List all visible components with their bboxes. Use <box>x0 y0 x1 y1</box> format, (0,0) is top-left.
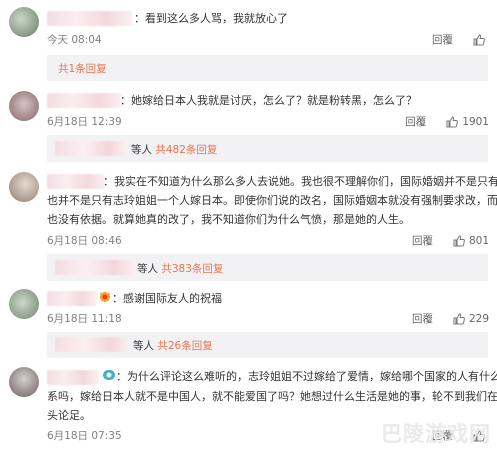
reply-button[interactable]: 回覆 <box>405 114 426 129</box>
reply-button[interactable]: 回覆 <box>412 233 433 248</box>
avatar[interactable] <box>9 7 39 37</box>
comment-text: ：她嫁给日本人我就是讨厌，怎么了？就是粉转黑，怎么了？ <box>120 94 417 107</box>
comment-actions: 回覆 <box>432 32 489 47</box>
avatar[interactable] <box>9 91 39 121</box>
blurred-username[interactable] <box>47 291 97 306</box>
view-replies-link[interactable]: 共1条回复 <box>58 61 107 76</box>
like-button[interactable]: 229 <box>453 313 489 325</box>
comment-text: ：为什么评论这么难听的，志玲姐姐不过嫁给了爱情，嫁给哪个国家的人有什么关 系吗，… <box>47 367 497 425</box>
blurred-username[interactable] <box>55 141 127 156</box>
sub-reply-box: 共1条回复 <box>47 55 488 81</box>
comment-time: 6月18日 08:46 <box>47 235 122 247</box>
thumb-up-icon <box>446 115 459 127</box>
thumb-up-icon <box>453 312 465 324</box>
avatar[interactable] <box>9 367 39 397</box>
reply-button[interactable]: 回覆 <box>412 311 433 326</box>
blurred-username[interactable] <box>55 337 129 352</box>
comment-time: 6月18日 12:39 <box>47 116 122 128</box>
comment-text: ：看到这么多人骂，我就放心了 <box>134 12 288 25</box>
comment-actions: 回覆 1901 <box>405 114 489 129</box>
sub-reply-box: 等人 共26条回复 <box>47 332 488 358</box>
comment-time: 6月18日 11:18 <box>47 313 122 325</box>
view-replies-link[interactable]: 共482条回复 <box>155 144 217 156</box>
like-count: 1901 <box>462 115 489 128</box>
blurred-username[interactable] <box>47 11 132 26</box>
view-replies-link[interactable]: 共26条回复 <box>157 340 212 352</box>
avatar[interactable] <box>9 289 39 319</box>
blurred-username[interactable] <box>55 260 135 275</box>
like-count: 229 <box>468 312 489 325</box>
comment-time: 今天 08:04 <box>47 34 102 46</box>
thumb-up-icon <box>473 33 485 45</box>
like-count: 801 <box>468 234 489 247</box>
blurred-username[interactable] <box>47 93 122 108</box>
comment-time: 6月18日 07:35 <box>47 430 122 442</box>
comment-text: ：我实在不知道为什么那么多人去说她。我也很不理解你们，国际婚姻并不是只有她， 也… <box>47 175 497 226</box>
vip-badge-icon <box>98 290 112 309</box>
avatar[interactable] <box>9 172 39 202</box>
sub-reply-box: 等人 共482条回复 <box>47 135 488 162</box>
sub-reply-prefix: 等人 共482条回复 <box>131 144 218 156</box>
sub-reply-prefix: 等人 共383条回复 <box>137 263 224 275</box>
sub-reply-prefix: 等人 共26条回复 <box>133 340 213 352</box>
like-button[interactable]: 801 <box>453 235 489 247</box>
comment-actions: 回覆 801 <box>412 233 489 248</box>
sub-reply-box: 等人 共383条回复 <box>47 254 488 281</box>
comment-text: ：感谢国际友人的祝福 <box>98 289 222 309</box>
view-replies-link[interactable]: 共383条回复 <box>161 263 223 275</box>
like-button[interactable]: 1901 <box>446 116 489 128</box>
comment-actions: 回覆 229 <box>412 311 489 326</box>
reply-button[interactable]: 回覆 <box>432 32 453 47</box>
like-button[interactable] <box>473 33 489 46</box>
member-badge-icon <box>102 368 116 387</box>
thumb-up-icon <box>453 234 465 246</box>
site-watermark: 巴陵游戏网 <box>381 422 491 446</box>
